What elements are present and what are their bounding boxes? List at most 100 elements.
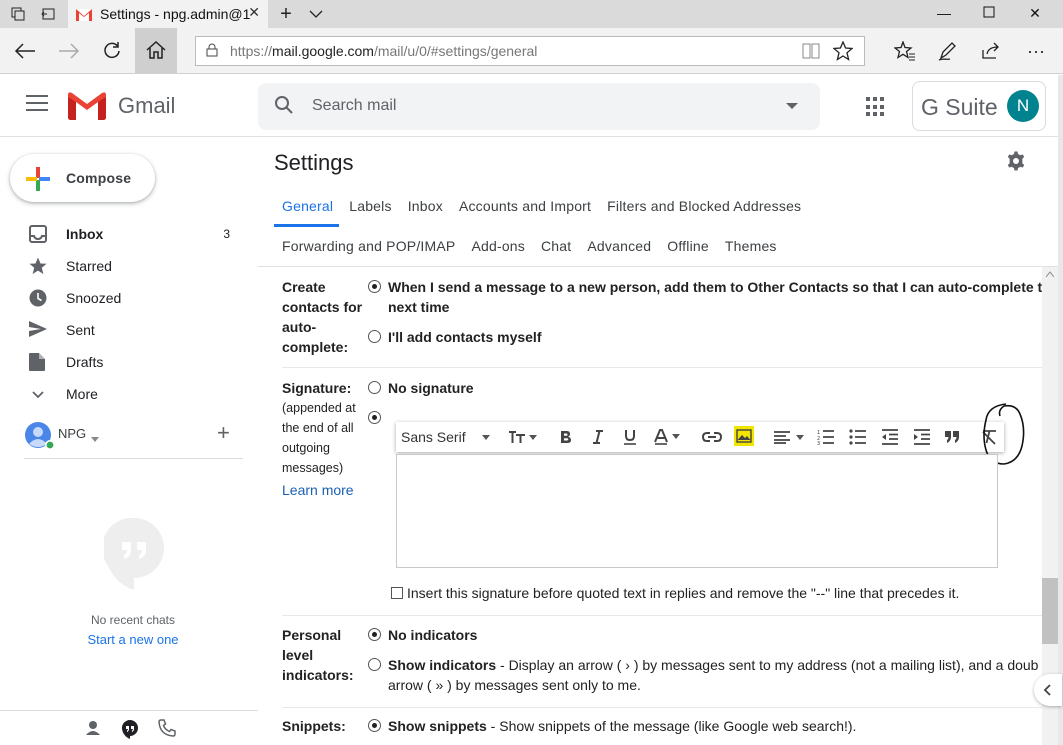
- gmail-wordmark[interactable]: Gmail: [118, 93, 175, 119]
- label-line: Signature:: [282, 380, 352, 396]
- refresh-icon[interactable]: [97, 36, 127, 66]
- compose-button[interactable]: Compose: [10, 154, 155, 202]
- label-line: Personal: [282, 627, 342, 643]
- insert-image-icon[interactable]: [734, 426, 754, 446]
- minimize-icon[interactable]: —: [932, 3, 956, 23]
- scrollbar-thumb[interactable]: [1042, 578, 1058, 644]
- font-size-icon[interactable]: [508, 428, 538, 446]
- tab-chat[interactable]: Chat: [533, 238, 579, 254]
- phone-icon[interactable]: [158, 719, 178, 739]
- maximize-icon[interactable]: [977, 3, 1001, 23]
- side-panel-edge: [1058, 75, 1063, 745]
- show-side-panel-button[interactable]: [1034, 674, 1062, 706]
- tab-filters-and-blocked-addresses[interactable]: Filters and Blocked Addresses: [599, 198, 809, 214]
- account-chip[interactable]: G Suite N: [912, 81, 1046, 131]
- font-dropdown-icon[interactable]: [482, 428, 490, 446]
- favorite-star-icon[interactable]: [832, 40, 854, 64]
- option-line: arrow ( » ) by messages sent only to me.: [388, 677, 641, 693]
- bulleted-list-icon[interactable]: [849, 428, 867, 446]
- tab-add-ons[interactable]: Add-ons: [463, 238, 533, 254]
- bold-icon[interactable]: [559, 428, 573, 446]
- tab-offline[interactable]: Offline: [659, 238, 717, 254]
- indent-less-icon[interactable]: [881, 428, 899, 446]
- auto-add-contacts-option: When I send a message to a new person, a…: [388, 277, 1058, 317]
- search-bar[interactable]: Search mail: [258, 83, 820, 130]
- custom-signature-radio[interactable]: [368, 411, 381, 424]
- gear-icon[interactable]: [1006, 151, 1026, 171]
- signature-editor[interactable]: [396, 454, 998, 568]
- sidebar-item-more[interactable]: More: [0, 378, 258, 410]
- hangouts-user[interactable]: NPG +: [24, 418, 244, 450]
- tab-advanced[interactable]: Advanced: [579, 238, 659, 254]
- show-indicators-radio[interactable]: [368, 658, 381, 671]
- sidebar-item-sent[interactable]: Sent: [0, 314, 258, 346]
- search-icon[interactable]: [274, 95, 294, 120]
- favorites-hub-icon[interactable]: [890, 36, 920, 66]
- google-apps-icon[interactable]: [866, 97, 886, 117]
- forward-icon[interactable]: [54, 36, 84, 66]
- sidebar: Compose Inbox 3 Starred Snoozed Sent Dra…: [0, 138, 258, 745]
- label-line: Create: [282, 279, 326, 295]
- browser-tab[interactable]: Settings - npg.admin@1 ✕: [68, 0, 268, 28]
- start-new-chat-link[interactable]: Start a new one: [0, 632, 266, 647]
- gmail-logo-icon[interactable]: [68, 92, 106, 120]
- home-button[interactable]: [135, 28, 177, 73]
- sidebar-item-label: Drafts: [66, 354, 104, 370]
- pen-notes-icon[interactable]: [933, 36, 963, 66]
- main-menu-icon[interactable]: [26, 95, 48, 113]
- tab-list-chevron-icon[interactable]: [306, 4, 326, 24]
- inbox-icon: [29, 225, 47, 243]
- tab-forwarding-and-pop-imap[interactable]: Forwarding and POP/IMAP: [274, 238, 463, 254]
- align-icon[interactable]: [773, 428, 805, 446]
- sidebar-item-drafts[interactable]: Drafts: [0, 346, 258, 378]
- tab-themes[interactable]: Themes: [717, 238, 785, 254]
- option-line: When I send a message to a new person, a…: [388, 279, 1058, 295]
- no-signature-radio[interactable]: [368, 381, 381, 394]
- option-description: - Show snippets of the message (like Goo…: [486, 718, 857, 734]
- close-tab-icon[interactable]: ✕: [248, 4, 260, 21]
- search-input[interactable]: Search mail: [312, 97, 396, 115]
- option-description: - Display an arrow ( › ) by messages sen…: [496, 657, 1039, 673]
- sidebar-item-starred[interactable]: Starred: [0, 250, 258, 282]
- back-icon[interactable]: [10, 36, 40, 66]
- hangouts-chat-icon[interactable]: [120, 719, 140, 739]
- show-snippets-radio[interactable]: [368, 719, 381, 732]
- set-aside-tabs-icon[interactable]: [38, 4, 58, 24]
- quote-icon[interactable]: [945, 428, 959, 446]
- avatar[interactable]: N: [1007, 90, 1039, 122]
- underline-icon[interactable]: [623, 428, 637, 446]
- new-tab-icon[interactable]: +: [276, 3, 296, 25]
- contacts-person-icon[interactable]: [84, 719, 104, 739]
- tab-inbox[interactable]: Inbox: [400, 198, 451, 214]
- auto-add-contacts-radio[interactable]: [368, 280, 381, 293]
- send-icon: [29, 321, 47, 339]
- sidebar-item-inbox[interactable]: Inbox 3: [0, 218, 258, 250]
- signature-placement-checkbox[interactable]: [391, 587, 403, 599]
- tab-general[interactable]: General: [274, 198, 341, 214]
- browser-tab-bar: Settings - npg.admin@1 ✕ + — ✕: [0, 0, 1063, 28]
- indent-more-icon[interactable]: [913, 428, 931, 446]
- font-family-select[interactable]: Sans Serif: [401, 428, 466, 446]
- italic-icon[interactable]: [592, 428, 604, 446]
- status-dropdown-icon[interactable]: [91, 430, 99, 448]
- more-options-icon[interactable]: ···: [1021, 36, 1051, 66]
- tab-accounts-and-import[interactable]: Accounts and Import: [451, 198, 599, 214]
- show-snippets-option: Show snippets - Show snippets of the mes…: [388, 716, 856, 736]
- close-window-icon[interactable]: ✕: [1023, 3, 1047, 23]
- reading-view-icon[interactable]: [801, 42, 821, 63]
- search-options-icon[interactable]: [786, 103, 798, 109]
- share-icon[interactable]: [976, 36, 1006, 66]
- no-indicators-radio[interactable]: [368, 628, 381, 641]
- sidebar-item-label: Snoozed: [66, 290, 122, 306]
- numbered-list-icon[interactable]: 123: [817, 428, 835, 446]
- link-icon[interactable]: [702, 428, 722, 446]
- address-bar[interactable]: https://mail.google.com/mail/u/0/#settin…: [195, 36, 865, 66]
- manual-contacts-radio[interactable]: [368, 330, 381, 343]
- new-conversation-icon[interactable]: +: [217, 420, 230, 446]
- learn-more-link[interactable]: Learn more: [282, 482, 354, 498]
- text-color-icon[interactable]: [654, 428, 680, 446]
- tab-actions-icon[interactable]: [8, 4, 28, 24]
- sidebar-item-snoozed[interactable]: Snoozed: [0, 282, 258, 314]
- tab-labels[interactable]: Labels: [341, 198, 399, 214]
- divider: [282, 367, 1058, 368]
